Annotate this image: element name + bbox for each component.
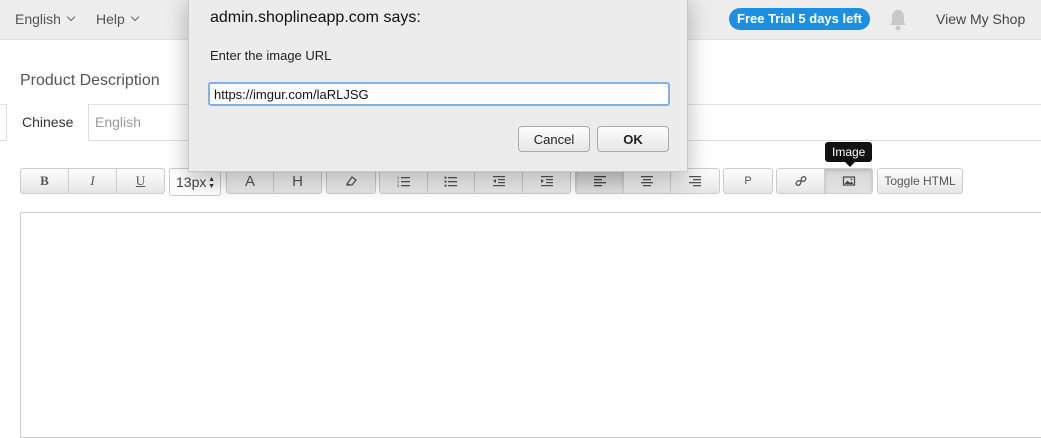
font-size-select[interactable]: 13px ▲ ▼: [169, 168, 221, 196]
language-label: English: [15, 11, 61, 27]
ordered-list-icon[interactable]: 123: [380, 169, 428, 193]
align-right-icon[interactable]: [671, 169, 719, 193]
image-icon[interactable]: [825, 169, 872, 193]
eraser-icon[interactable]: [327, 169, 375, 193]
link-icon[interactable]: [777, 169, 825, 193]
align-center-icon[interactable]: [624, 169, 671, 193]
toggle-html-button[interactable]: Toggle HTML: [878, 169, 962, 193]
outdent-icon[interactable]: [475, 169, 523, 193]
bell-icon[interactable]: [888, 9, 908, 31]
tab-english[interactable]: English: [80, 104, 156, 141]
free-trial-badge[interactable]: Free Trial 5 days left: [729, 8, 871, 30]
chevron-down-icon: [130, 12, 140, 22]
svg-text:3: 3: [397, 183, 400, 188]
image-url-input[interactable]: [208, 82, 670, 106]
text-color-button[interactable]: A: [227, 169, 274, 193]
ok-button[interactable]: OK: [597, 126, 669, 152]
image-tooltip: Image: [825, 142, 873, 167]
underline-button[interactable]: U: [117, 169, 164, 193]
tab-chinese[interactable]: Chinese: [6, 104, 90, 141]
indent-icon[interactable]: [523, 169, 570, 193]
insert-group: [776, 168, 873, 194]
stepper-arrows-icon: ▲ ▼: [208, 176, 215, 190]
highlight-button[interactable]: H: [274, 169, 321, 193]
cancel-button[interactable]: Cancel: [518, 126, 590, 152]
help-label: Help: [96, 11, 125, 27]
unordered-list-icon[interactable]: [428, 169, 475, 193]
section-title: Product Description: [20, 72, 160, 89]
font-size-value: 13px: [176, 174, 207, 190]
description-editor[interactable]: [20, 212, 1041, 438]
bold-button[interactable]: B: [21, 169, 69, 193]
text-style-group: B I U: [20, 168, 165, 194]
view-my-shop-link[interactable]: View My Shop: [936, 11, 1025, 27]
language-menu[interactable]: English: [15, 11, 76, 27]
paragraph-group: P: [723, 168, 773, 194]
dialog-message: Enter the image URL: [210, 48, 332, 63]
italic-button[interactable]: I: [69, 169, 117, 193]
toggle-html-group: Toggle HTML: [877, 168, 963, 194]
dialog-title: admin.shoplineapp.com says:: [210, 9, 421, 26]
chevron-down-icon: [66, 12, 76, 22]
align-left-icon[interactable]: [576, 169, 624, 193]
url-prompt-dialog: admin.shoplineapp.com says: Enter the im…: [188, 0, 688, 172]
help-menu[interactable]: Help: [96, 11, 140, 27]
paragraph-button[interactable]: P: [724, 169, 772, 193]
